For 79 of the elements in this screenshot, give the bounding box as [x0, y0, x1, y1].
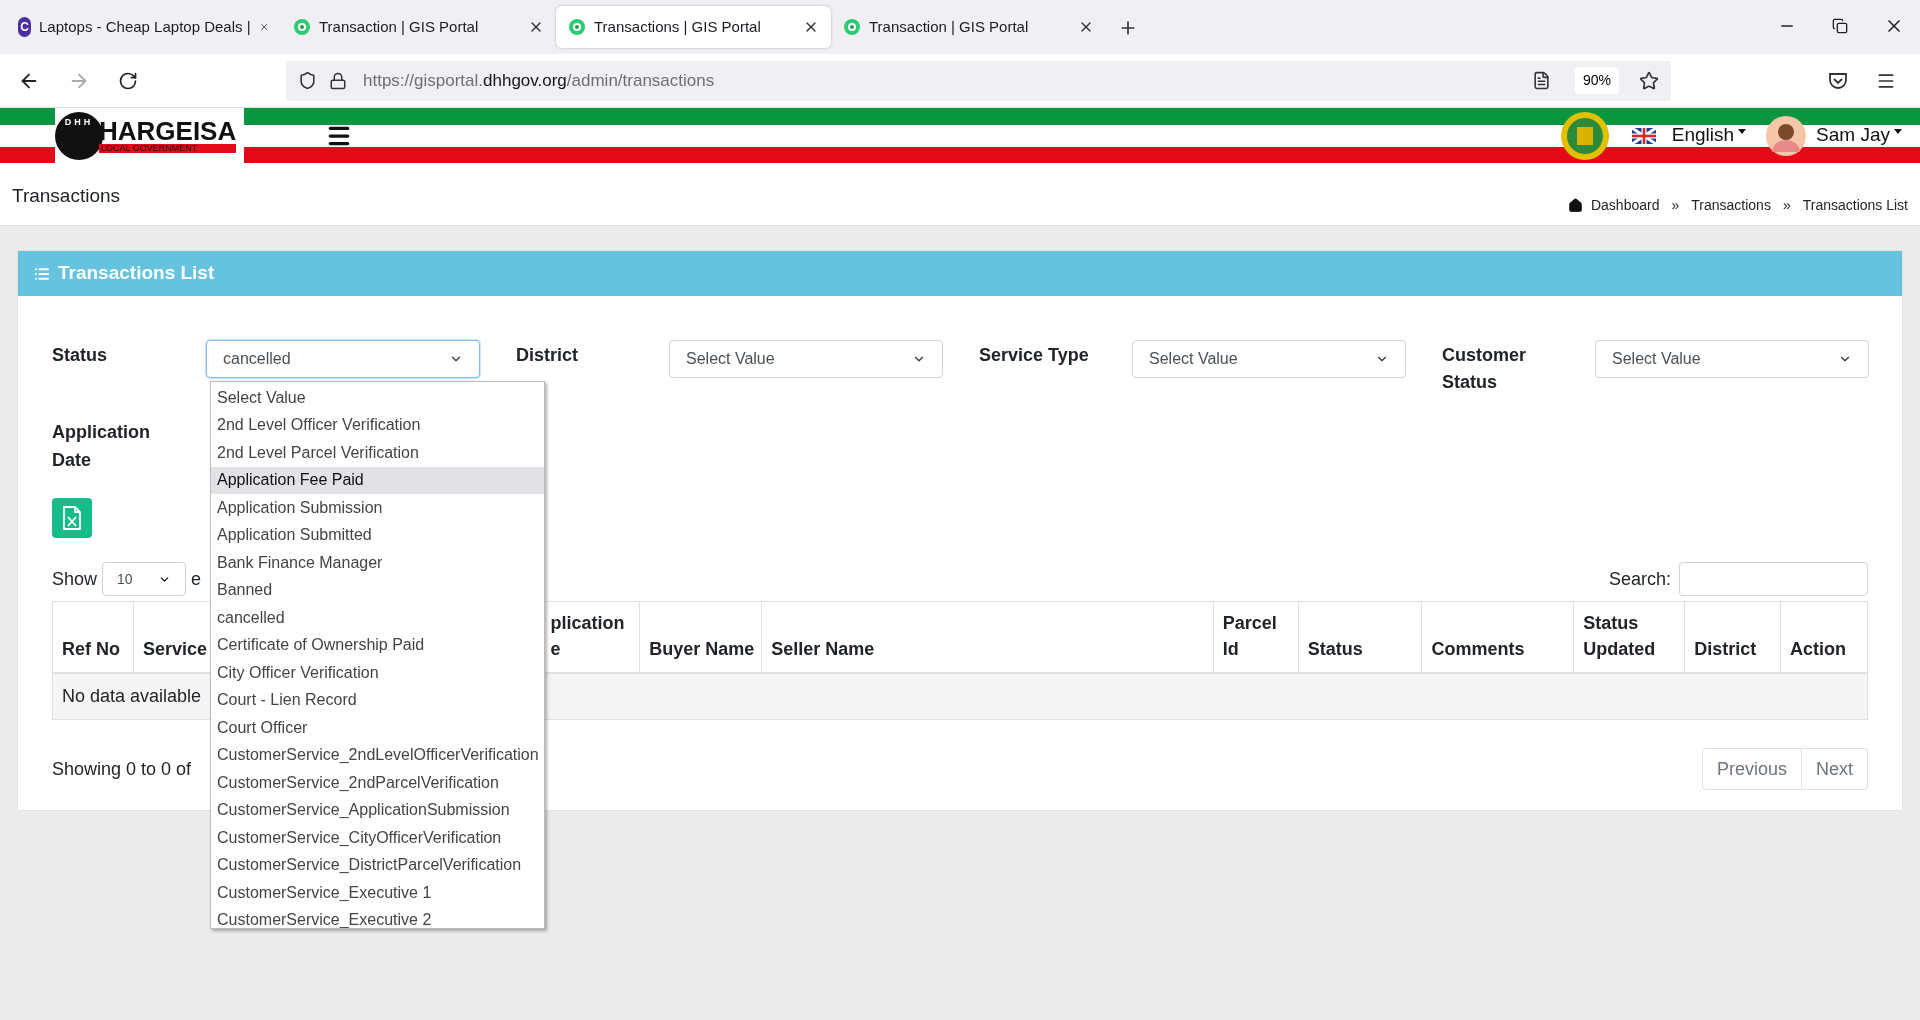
- dropdown-option[interactable]: CustomerService_Executive 2: [211, 906, 544, 928]
- tab-title: Transactions | GIS Portal: [594, 16, 762, 37]
- tab-title: Laptops - Cheap Laptop Deals |: [39, 16, 251, 37]
- filter-label: District: [516, 344, 579, 367]
- shield-icon[interactable]: [298, 71, 317, 90]
- page-title: Transactions: [12, 184, 121, 208]
- empty-table-message: No data available: [62, 685, 202, 708]
- reload-icon[interactable]: [118, 70, 138, 91]
- logo-subtitle: LOCAL GOVERNMENT: [99, 144, 237, 153]
- tab-title: Transaction | GIS Portal: [869, 16, 1030, 37]
- avatar-icon[interactable]: [1766, 115, 1807, 156]
- address-bar[interactable]: https://gisportal.dhhgov.org/admin/transactions 90%: [286, 60, 1671, 101]
- show-label: Show: [52, 567, 98, 591]
- list-icon: [34, 265, 50, 282]
- excel-file-icon: [62, 506, 82, 530]
- lock-icon[interactable]: [329, 71, 347, 90]
- card-title: Transactions List: [58, 261, 215, 286]
- page-size-select[interactable]: 10: [102, 562, 187, 596]
- filter-label: Service Type: [979, 344, 1090, 367]
- column-header[interactable]: Status Updated: [1573, 602, 1685, 672]
- column-header[interactable]: Parcel Id: [1212, 602, 1298, 672]
- search-label: Search:: [1608, 567, 1671, 591]
- browser-tab[interactable]: Transactions | GIS Portal: [556, 6, 831, 48]
- breadcrumb-separator: »: [1782, 196, 1791, 215]
- dropdown-option[interactable]: CustomerService_2ndLevelOfficerVerification: [211, 741, 544, 769]
- browser-tab[interactable]: Transaction | GIS Portal: [831, 6, 1106, 48]
- dropdown-option[interactable]: CustomerService_2ndParcelVerification: [211, 769, 544, 797]
- star-icon[interactable]: [1639, 70, 1659, 91]
- dropdown-option[interactable]: CustomerService_Executive 1: [211, 879, 544, 907]
- dropdown-option[interactable]: Select Value: [211, 384, 544, 412]
- language-dropdown[interactable]: English: [1671, 121, 1747, 150]
- zoom-badge[interactable]: 90%: [1574, 67, 1619, 94]
- column-header[interactable]: Status: [1297, 602, 1422, 672]
- column-header[interactable]: Action: [1780, 602, 1867, 672]
- search-field[interactable]: [1679, 562, 1868, 596]
- dropdown-option[interactable]: Court - Lien Record: [211, 686, 544, 714]
- breadcrumb-link[interactable]: Transactions: [1691, 195, 1771, 216]
- dropdown-option[interactable]: 2nd Level Officer Verification: [211, 411, 544, 439]
- select-field[interactable]: cancelled: [206, 340, 480, 378]
- pocket-icon[interactable]: [1828, 71, 1848, 90]
- tab-title: Transaction | GIS Portal: [319, 16, 480, 37]
- caret-icon: [1738, 129, 1747, 134]
- breadcrumb-link[interactable]: Dashboard: [1590, 195, 1660, 216]
- select-field[interactable]: Select Value: [1132, 340, 1406, 378]
- breadcrumb-separator: »: [1671, 196, 1680, 215]
- restore-icon[interactable]: [1832, 18, 1848, 34]
- table-info: Showing 0 to 0 of: [52, 757, 192, 781]
- column-header[interactable]: District: [1684, 602, 1781, 672]
- dropdown-option[interactable]: CustomerService_ApplicationSubmission: [211, 796, 544, 824]
- filter-label: Customer Status: [1442, 344, 1527, 394]
- dropdown-option[interactable]: Court Officer: [211, 714, 544, 742]
- user-menu[interactable]: Sam Jay: [1816, 121, 1902, 150]
- flag-icon: [1631, 127, 1656, 144]
- dropdown-option[interactable]: 2nd Level Parcel Verification: [211, 439, 544, 467]
- show-label-suffix: e: [191, 567, 202, 591]
- browser-tab[interactable]: C Laptops - Cheap Laptop Deals |: [6, 6, 281, 48]
- dropdown-option[interactable]: CustomerService_CityOfficerVerification: [211, 824, 544, 852]
- filter-label: Status: [52, 344, 108, 367]
- breadcrumb-link[interactable]: Transactions List: [1802, 195, 1908, 216]
- caret-icon: [1894, 129, 1902, 134]
- reader-view-icon[interactable]: [1531, 71, 1551, 90]
- dropdown-option[interactable]: CustomerService_DistrictParcelVerification: [211, 851, 544, 879]
- select-field[interactable]: Select Value: [669, 340, 943, 378]
- home-icon: [1567, 198, 1583, 213]
- dropdown-option[interactable]: Application Submission: [211, 494, 544, 522]
- filter-label: Application Date: [52, 421, 151, 472]
- dropdown-option[interactable]: Banned: [211, 576, 544, 604]
- tab-favicon: C: [18, 17, 32, 37]
- column-header[interactable]: Buyer Name: [639, 602, 762, 672]
- select-field[interactable]: Select Value: [1595, 340, 1869, 378]
- column-header[interactable]: Comments: [1421, 602, 1574, 672]
- dropdown-option[interactable]: Application Submitted: [211, 521, 544, 549]
- dropdown-option[interactable]: Application Fee Paid: [211, 466, 544, 494]
- url-text: https://gisportal.dhhgov.org/admin/transactions: [363, 69, 715, 92]
- emblem-icon: [1559, 110, 1610, 161]
- column-header[interactable]: Ref No: [53, 602, 133, 672]
- dropdown-option[interactable]: Bank Finance Manager: [211, 549, 544, 577]
- column-header[interactable]: Seller Name: [761, 602, 1213, 672]
- browser-tab[interactable]: Transaction | GIS Portal: [281, 6, 556, 48]
